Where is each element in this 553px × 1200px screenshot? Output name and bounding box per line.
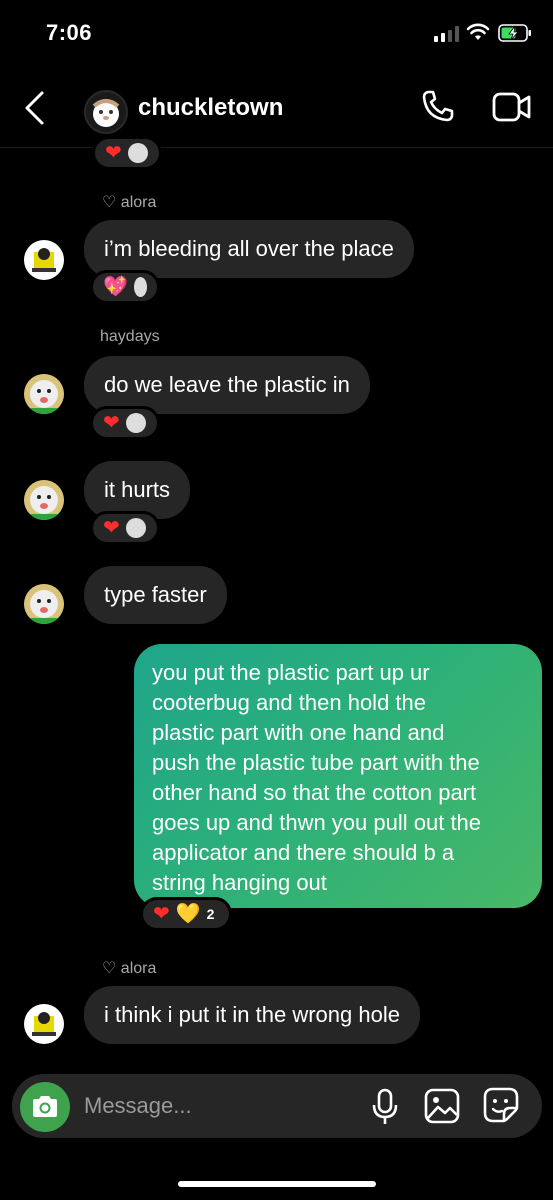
red-heart-icon: ❤ bbox=[105, 142, 122, 164]
home-indicator bbox=[178, 1181, 376, 1187]
sender-name: ♡ alora bbox=[102, 960, 157, 977]
red-heart-icon: ❤ bbox=[153, 903, 170, 925]
avatar[interactable] bbox=[24, 1004, 64, 1044]
gallery-icon[interactable] bbox=[424, 1088, 460, 1124]
sparkling-heart-icon: 💖 bbox=[103, 276, 128, 298]
back-chevron-icon[interactable] bbox=[22, 90, 48, 126]
avatar[interactable] bbox=[24, 374, 64, 414]
phone-call-icon[interactable] bbox=[420, 88, 456, 124]
reactor-avatar bbox=[125, 518, 146, 538]
camera-icon bbox=[33, 1096, 57, 1117]
cellular-signal-icon bbox=[434, 26, 459, 42]
avatar[interactable] bbox=[24, 480, 64, 520]
red-heart-icon: ❤ bbox=[103, 517, 120, 539]
sent-message-bubble[interactable]: you put the plastic part up ur cooterbug… bbox=[134, 644, 542, 908]
sender-name: haydays bbox=[100, 328, 160, 345]
heart-outline-icon: ♡ bbox=[102, 960, 117, 977]
heart-outline-icon: ♡ bbox=[102, 194, 117, 211]
reaction-chip[interactable]: 💖 bbox=[90, 270, 160, 304]
header-divider bbox=[0, 147, 553, 148]
yellow-heart-icon: 💛 bbox=[175, 903, 201, 925]
camera-button[interactable] bbox=[20, 1082, 70, 1132]
reaction-chip[interactable]: ❤ 💛 2 bbox=[140, 897, 232, 931]
sender-name: ♡ alora bbox=[102, 194, 157, 211]
message-input[interactable]: Message... bbox=[84, 1093, 192, 1119]
reaction-count: 2 bbox=[206, 906, 215, 922]
conversation-title[interactable]: chuckletown bbox=[138, 94, 283, 122]
avatar[interactable] bbox=[24, 240, 64, 280]
video-call-icon[interactable] bbox=[492, 90, 532, 124]
sticker-icon[interactable] bbox=[482, 1086, 520, 1124]
battery-charging-icon bbox=[498, 24, 531, 42]
message-bubble[interactable]: type faster bbox=[84, 566, 227, 624]
red-heart-icon: ❤ bbox=[103, 412, 120, 434]
reactor-avatar bbox=[127, 143, 148, 163]
microphone-icon[interactable] bbox=[370, 1088, 400, 1126]
reactor-avatar bbox=[125, 413, 146, 433]
reaction-chip[interactable]: ❤ bbox=[92, 136, 162, 170]
wifi-icon bbox=[466, 23, 490, 40]
avatar[interactable] bbox=[24, 584, 64, 624]
group-avatar[interactable] bbox=[84, 90, 128, 134]
reactor-avatar bbox=[133, 277, 147, 297]
status-time: 7:06 bbox=[46, 20, 93, 45]
reaction-chip[interactable]: ❤ bbox=[90, 406, 160, 440]
message-bubble[interactable]: i think i put it in the wrong hole bbox=[84, 986, 420, 1044]
reaction-chip[interactable]: ❤ bbox=[90, 511, 160, 545]
